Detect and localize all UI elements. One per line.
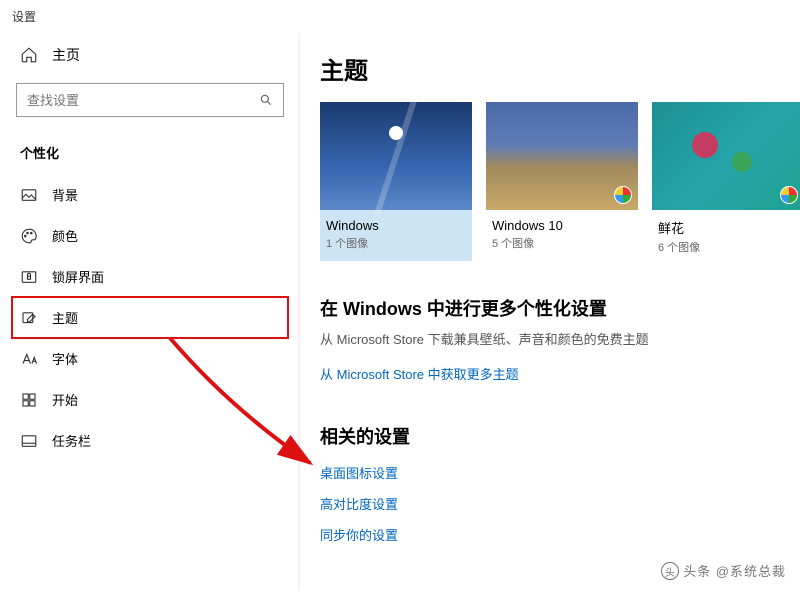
font-icon xyxy=(20,350,38,368)
theme-meta: 1 个图像 xyxy=(320,235,472,251)
sidebar-item-start[interactable]: 开始 xyxy=(12,379,288,420)
theme-thumbnail xyxy=(486,102,638,210)
sidebar: 主页 个性化 背景 颜色 锁屏界面 主题 字体 开始 xyxy=(0,33,300,591)
theme-card-windows[interactable]: Windows 1 个图像 xyxy=(320,102,472,261)
window-title: 设置 xyxy=(0,0,800,33)
main-layout: 主页 个性化 背景 颜色 锁屏界面 主题 字体 开始 xyxy=(0,33,800,591)
palette-icon xyxy=(20,227,38,245)
home-row[interactable]: 主页 xyxy=(12,33,288,83)
theme-grid: Windows 1 个图像 Windows 10 5 个图像 鲜花 6 个图像 xyxy=(320,102,800,261)
home-icon xyxy=(20,46,38,64)
more-personalization-sub: 从 Microsoft Store 下载兼具壁纸、声音和颜色的免费主题 xyxy=(320,329,800,358)
picture-icon xyxy=(20,186,38,204)
theme-icon xyxy=(20,309,38,327)
color-badge-icon xyxy=(614,186,632,204)
start-icon xyxy=(20,391,38,409)
content-area: 主题 Windows 1 个图像 Windows 10 5 个图像 鲜花 6 个… xyxy=(300,33,800,591)
sidebar-item-label: 任务栏 xyxy=(52,431,91,450)
search-input[interactable] xyxy=(27,93,248,108)
sidebar-item-themes[interactable]: 主题 xyxy=(12,297,288,338)
sidebar-item-background[interactable]: 背景 xyxy=(12,174,288,215)
lockscreen-icon xyxy=(20,268,38,286)
sidebar-item-label: 锁屏界面 xyxy=(52,267,104,286)
theme-meta: 6 个图像 xyxy=(652,239,800,255)
theme-name: Windows xyxy=(320,210,472,235)
sidebar-item-fonts[interactable]: 字体 xyxy=(12,338,288,379)
high-contrast-settings-link[interactable]: 高对比度设置 xyxy=(320,488,800,519)
desktop-icon-settings-link[interactable]: 桌面图标设置 xyxy=(320,457,800,488)
section-title: 个性化 xyxy=(12,135,288,174)
sidebar-item-label: 开始 xyxy=(52,390,78,409)
theme-thumbnail xyxy=(320,102,472,210)
related-settings-heading: 相关的设置 xyxy=(320,389,800,457)
search-icon xyxy=(259,93,273,107)
sidebar-item-label: 背景 xyxy=(52,185,78,204)
sidebar-item-label: 颜色 xyxy=(52,226,78,245)
theme-card-flowers[interactable]: 鲜花 6 个图像 xyxy=(652,102,800,261)
theme-meta: 5 个图像 xyxy=(486,235,638,251)
store-themes-link[interactable]: 从 Microsoft Store 中获取更多主题 xyxy=(320,358,800,389)
page-title: 主题 xyxy=(320,33,800,102)
taskbar-icon xyxy=(20,432,38,450)
more-personalization-heading: 在 Windows 中进行更多个性化设置 xyxy=(320,261,800,329)
theme-thumbnail xyxy=(652,102,800,210)
sidebar-item-lockscreen[interactable]: 锁屏界面 xyxy=(12,256,288,297)
color-badge-icon xyxy=(780,186,798,204)
sidebar-item-label: 字体 xyxy=(52,349,78,368)
sidebar-item-label: 主题 xyxy=(52,308,78,327)
theme-card-windows10[interactable]: Windows 10 5 个图像 xyxy=(486,102,638,261)
watermark: 头头条 @系统总裁 xyxy=(661,561,786,581)
theme-name: Windows 10 xyxy=(486,210,638,235)
home-label: 主页 xyxy=(52,45,80,65)
sidebar-item-taskbar[interactable]: 任务栏 xyxy=(12,420,288,461)
search-box[interactable] xyxy=(16,83,284,117)
sidebar-item-colors[interactable]: 颜色 xyxy=(12,215,288,256)
sync-settings-link[interactable]: 同步你的设置 xyxy=(320,519,800,550)
theme-name: 鲜花 xyxy=(652,210,800,239)
